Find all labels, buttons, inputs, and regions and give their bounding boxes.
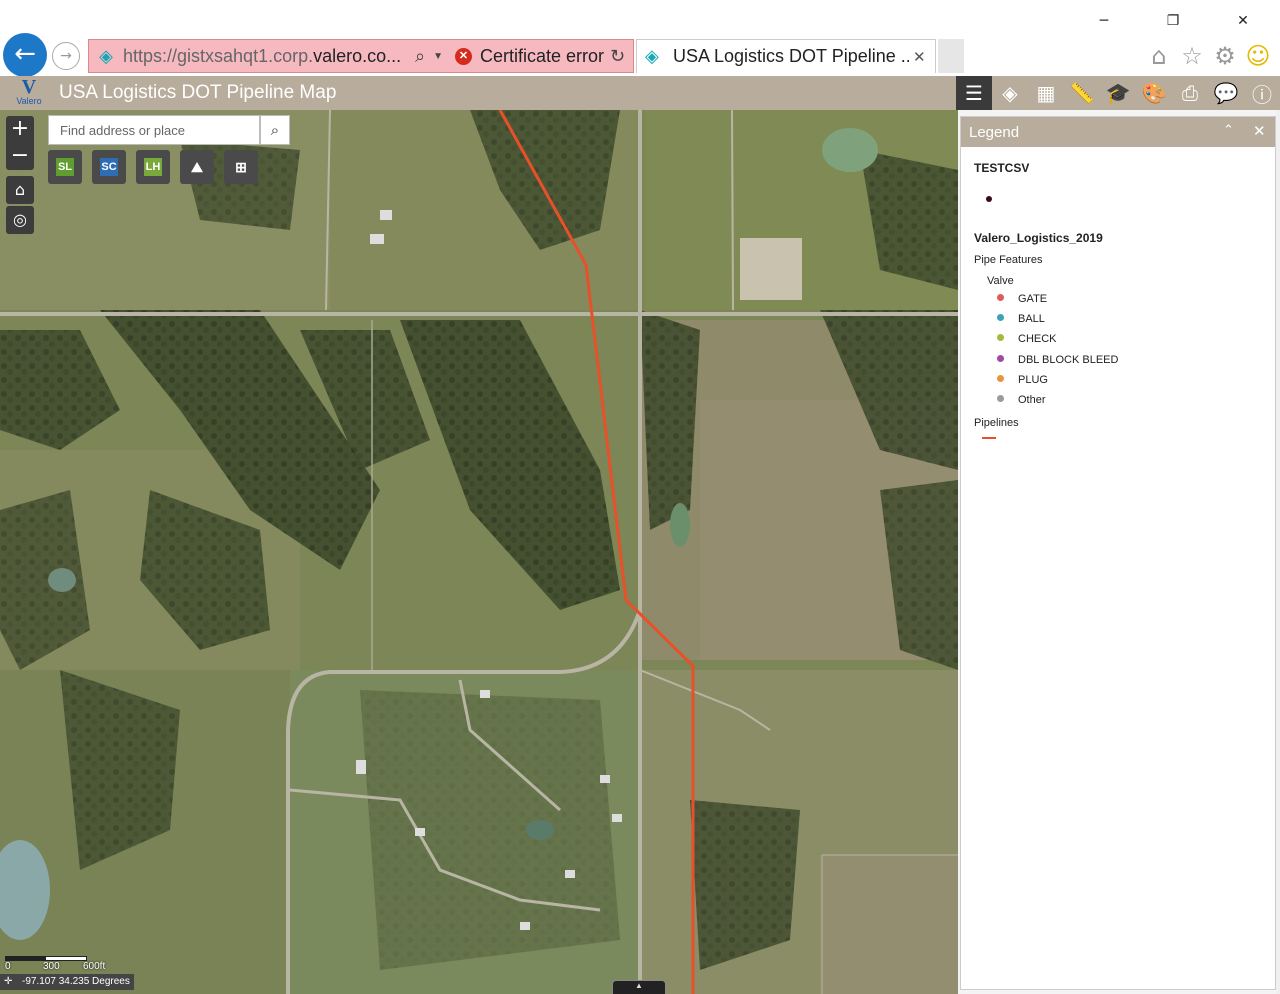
widget-sl-button[interactable]: SL <box>48 150 82 184</box>
scale-bar: 0 300 600ft <box>5 956 115 972</box>
close-window-button[interactable]: ✕ <box>1228 8 1258 34</box>
coordinate-readout: ✛ -97.107 34.235 Degrees <box>0 974 134 990</box>
home-extent-button[interactable]: ⌂ <box>6 176 34 204</box>
valero-logo: V Valero <box>16 76 42 106</box>
certificate-error-label[interactable]: Certificate error <box>480 46 604 67</box>
attribute-table-toggle[interactable]: ▲ <box>612 980 666 994</box>
lh-icon: LH <box>144 158 162 176</box>
home-icon[interactable]: ⌂ <box>1145 42 1173 70</box>
app-header: V Valero USA Logistics DOT Pipeline Map … <box>0 76 1280 110</box>
tab-title: USA Logistics DOT Pipeline ... <box>673 46 909 66</box>
crosshair-icon[interactable]: ✛ <box>4 976 12 987</box>
legend-list-icon[interactable]: ☰ <box>956 76 992 110</box>
check-valve-symbol <box>997 334 1004 341</box>
plug-valve-symbol <box>997 375 1004 382</box>
url-text[interactable]: https://gistxsahqt1.corp.valero.co... <box>123 46 405 67</box>
widget-lh-button[interactable]: LH <box>136 150 170 184</box>
satellite-imagery <box>0 110 958 994</box>
favorites-star-icon[interactable]: ☆ <box>1178 42 1206 70</box>
new-tab-button[interactable] <box>938 39 964 73</box>
comment-icon[interactable]: 💬 <box>1208 76 1244 110</box>
basemap-grid-icon[interactable]: ▦ <box>1028 76 1064 110</box>
ball-valve-symbol <box>997 314 1004 321</box>
close-icon[interactable]: ✕ <box>1253 122 1266 140</box>
legend-item-ball: BALL <box>1018 313 1045 325</box>
pipelines-label: Pipelines <box>974 417 1019 429</box>
valve-label: Valve <box>987 275 1014 287</box>
legend-item-gate: GATE <box>1018 293 1048 305</box>
browser-tab[interactable]: ◈ USA Logistics DOT Pipeline ... ✕ <box>636 39 936 73</box>
legend-layer-valero: Valero_Logistics_2019 <box>974 231 1103 245</box>
search-button[interactable]: ⌕ <box>260 115 290 145</box>
settings-gear-icon[interactable]: ⚙ <box>1211 42 1239 70</box>
zoom-out-button[interactable]: − <box>6 143 34 170</box>
tab-close-icon[interactable]: ✕ <box>913 48 926 66</box>
zoom-in-button[interactable]: + <box>6 116 34 143</box>
learn-icon[interactable]: 🎓 <box>1100 76 1136 110</box>
back-arrow-icon[interactable]: ← <box>3 33 47 77</box>
address-bar[interactable]: ◈ https://gistxsahqt1.corp.valero.co... … <box>88 39 634 73</box>
pipeline-line-symbol <box>982 437 996 439</box>
zoom-control: + − <box>6 116 34 170</box>
legend-title: Legend <box>969 124 1020 141</box>
locate-button[interactable]: ◎ <box>6 206 34 234</box>
certificate-error-icon[interactable]: ✕ <box>455 47 472 65</box>
dbl-block-bleed-valve-symbol <box>997 355 1004 362</box>
testcsv-point-symbol <box>986 196 992 202</box>
search-input[interactable]: Find address or place <box>48 115 260 145</box>
sl-icon: SL <box>56 158 74 176</box>
app-title: USA Logistics DOT Pipeline Map <box>59 82 337 103</box>
info-icon[interactable]: ⓘ <box>1244 76 1280 110</box>
legend-panel: Legend ⌃ ✕ TESTCSV Valero_Logistics_2019… <box>958 110 1280 994</box>
legend-header: Legend ⌃ ✕ <box>961 117 1275 147</box>
layers-icon[interactable]: ◈ <box>992 76 1028 110</box>
minimize-button[interactable]: ─ <box>1089 8 1119 34</box>
window-edge <box>1276 110 1280 994</box>
gate-valve-symbol <box>997 294 1004 301</box>
legend-layer-testcsv: TESTCSV <box>974 161 1030 175</box>
site-favicon: ◈ <box>99 46 113 66</box>
map-view[interactable]: + − ⌂ ◎ Find address or place ⌕ SL SC LH… <box>0 110 958 994</box>
legend-item-dbl-block-bleed: DBL BLOCK BLEED <box>1018 354 1119 366</box>
header-toolbar: ☰ ◈ ▦ 📏 🎓 🎨 ⎙ 💬 ⓘ <box>956 76 1280 110</box>
legend-item-plug: PLUG <box>1018 374 1048 386</box>
print-icon[interactable]: ⎙ <box>1172 76 1208 110</box>
search-icon[interactable]: ⌕ <box>415 46 425 67</box>
widget-add-data-button[interactable]: ⊞ <box>224 150 258 184</box>
palette-icon[interactable]: 🎨 <box>1136 76 1172 110</box>
add-data-icon: ⊞ <box>235 159 247 175</box>
feedback-smiley-icon[interactable]: ☺ <box>1244 42 1272 70</box>
refresh-icon[interactable]: ↻ <box>610 46 625 67</box>
dropdown-icon[interactable]: ▼ <box>433 51 443 62</box>
legend-item-other: Other <box>1018 394 1046 406</box>
forward-arrow-icon[interactable]: → <box>52 42 80 70</box>
site-favicon: ◈ <box>645 46 659 66</box>
measure-ruler-icon[interactable]: 📏 <box>1064 76 1100 110</box>
elevation-profile-icon: ⛰ <box>191 159 203 175</box>
collapse-icon[interactable]: ⌃ <box>1223 123 1234 138</box>
browser-chrome: ─ ❐ ✕ ← → ◈ https://gistxsahqt1.corp.val… <box>0 0 1280 77</box>
legend-item-check: CHECK <box>1018 333 1057 345</box>
widget-profile-button[interactable]: ⛰ <box>180 150 214 184</box>
restore-button[interactable]: ❐ <box>1158 8 1188 34</box>
other-valve-symbol <box>997 395 1004 402</box>
sc-icon: SC <box>100 158 118 176</box>
pipe-features-label: Pipe Features <box>974 254 1043 266</box>
widget-sc-button[interactable]: SC <box>92 150 126 184</box>
